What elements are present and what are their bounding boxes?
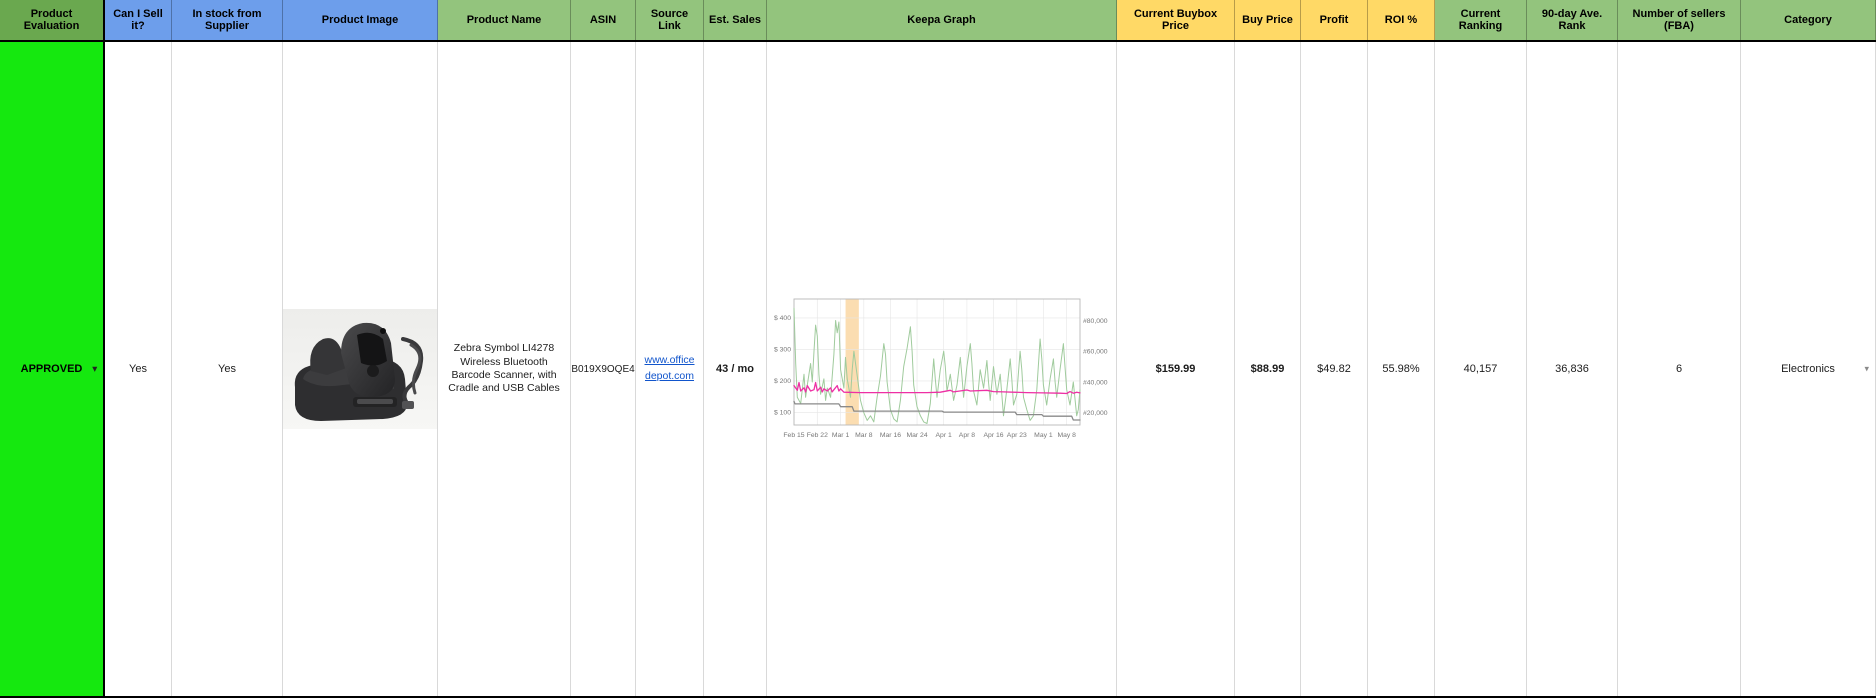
profit-value: $49.82 xyxy=(1317,363,1351,375)
svg-text:#40,000: #40,000 xyxy=(1083,379,1108,386)
column-header-current-ranking[interactable]: Current Ranking xyxy=(1435,0,1527,40)
svg-text:#80,000: #80,000 xyxy=(1083,318,1108,325)
svg-text:Mar 24: Mar 24 xyxy=(906,432,927,439)
keepa-chart: Feb 15 Feb 22 Mar 1 Mar 8 Mar 16 Mar 24 Apr 1 A… xyxy=(773,298,1108,439)
barcode-scanner-image xyxy=(283,309,437,429)
svg-text:Apr 16: Apr 16 xyxy=(983,432,1003,439)
svg-text:#60,000: #60,000 xyxy=(1083,349,1108,356)
svg-text:Mar 8: Mar 8 xyxy=(855,432,873,439)
column-header-90day-ave-rank[interactable]: 90-day Ave. Rank xyxy=(1527,0,1618,40)
buy-price-cell[interactable]: $88.99 xyxy=(1235,42,1301,696)
keepa-graph: Feb 15 Feb 22 Mar 1 Mar 8 Mar 16 Mar 24 Apr 1 A… xyxy=(768,294,1116,444)
product-evaluation-cell[interactable]: APPROVED ▾ xyxy=(0,42,105,696)
current-buybox-price-cell[interactable]: $159.99 xyxy=(1117,42,1235,696)
in-stock-value: Yes xyxy=(218,363,236,375)
keepa-graph-cell[interactable]: Feb 15 Feb 22 Mar 1 Mar 8 Mar 16 Mar 24 Apr 1 A… xyxy=(767,42,1117,696)
can-i-sell-cell[interactable]: Yes xyxy=(105,42,172,696)
svg-text:Feb 15: Feb 15 xyxy=(783,432,804,439)
column-header-number-of-sellers-fba[interactable]: Number of sellers (FBA) xyxy=(1618,0,1741,40)
column-header-product-image[interactable]: Product Image xyxy=(283,0,438,40)
svg-text:May 1: May 1 xyxy=(1034,432,1053,439)
in-stock-cell[interactable]: Yes xyxy=(172,42,283,696)
svg-text:Mar 16: Mar 16 xyxy=(879,432,900,439)
product-name-cell[interactable]: Zebra Symbol LI4278 Wireless Bluetooth B… xyxy=(438,42,571,696)
product-image-cell[interactable] xyxy=(283,42,438,696)
svg-text:$ 300: $ 300 xyxy=(773,347,790,354)
column-header-source-link[interactable]: Source Link xyxy=(636,0,704,40)
svg-text:#20,000: #20,000 xyxy=(1083,410,1108,417)
chevron-down-icon[interactable]: ▾ xyxy=(92,364,97,374)
current-ranking-value: 40,157 xyxy=(1463,363,1498,375)
svg-text:Mar 1: Mar 1 xyxy=(831,432,849,439)
svg-text:$ 200: $ 200 xyxy=(773,378,790,385)
svg-text:Apr 8: Apr 8 xyxy=(958,432,974,439)
number-of-sellers-value: 6 xyxy=(1675,363,1683,375)
est-sales-value: 43 / mo xyxy=(716,363,754,375)
asin-cell[interactable]: B019X9OQE4 xyxy=(571,42,636,696)
can-i-sell-value: Yes xyxy=(129,363,147,375)
svg-text:Feb 22: Feb 22 xyxy=(806,432,827,439)
svg-text:$ 100: $ 100 xyxy=(773,410,790,417)
profit-cell[interactable]: $49.82 xyxy=(1301,42,1368,696)
svg-text:May 8: May 8 xyxy=(1057,432,1076,439)
current-ranking-cell[interactable]: 40,157 xyxy=(1435,42,1527,696)
product-image xyxy=(283,309,437,429)
header-row: Product Evaluation Can I Sell it? In sto… xyxy=(0,0,1876,42)
column-header-roi-percent[interactable]: ROI % xyxy=(1368,0,1435,40)
number-of-sellers-cell[interactable]: 6 xyxy=(1618,42,1741,696)
column-header-current-buybox-price[interactable]: Current Buybox Price xyxy=(1117,0,1235,40)
column-header-asin[interactable]: ASIN xyxy=(571,0,636,40)
column-header-est-sales[interactable]: Est. Sales xyxy=(704,0,767,40)
column-header-category[interactable]: Category xyxy=(1741,0,1876,40)
svg-text:Apr 23: Apr 23 xyxy=(1006,432,1026,439)
current-buybox-price-value: $159.99 xyxy=(1155,363,1196,375)
table-row: APPROVED ▾ Yes Yes Zebra Symbol LI4278 W… xyxy=(0,42,1876,698)
category-cell[interactable]: Electronics ▾ xyxy=(1741,42,1876,696)
est-sales-cell[interactable]: 43 / mo xyxy=(704,42,767,696)
product-name-value: Zebra Symbol LI4278 Wireless Bluetooth B… xyxy=(448,342,560,395)
svg-text:$ 400: $ 400 xyxy=(773,315,790,322)
source-link[interactable]: www.officedepot.com xyxy=(636,353,703,385)
column-header-product-evaluation[interactable]: Product Evaluation xyxy=(0,0,105,40)
spreadsheet: Product Evaluation Can I Sell it? In sto… xyxy=(0,0,1876,698)
90day-ave-rank-cell[interactable]: 36,836 xyxy=(1527,42,1618,696)
svg-text:Apr 1: Apr 1 xyxy=(935,432,951,439)
column-header-can-i-sell-it[interactable]: Can I Sell it? xyxy=(105,0,172,40)
column-header-profit[interactable]: Profit xyxy=(1301,0,1368,40)
chevron-down-icon[interactable]: ▾ xyxy=(1864,364,1869,374)
column-header-keepa-graph[interactable]: Keepa Graph xyxy=(767,0,1117,40)
90day-ave-rank-value: 36,836 xyxy=(1555,363,1589,375)
buy-price-value: $88.99 xyxy=(1250,363,1285,375)
product-evaluation-value: APPROVED xyxy=(20,363,83,375)
column-header-buy-price[interactable]: Buy Price xyxy=(1235,0,1301,40)
roi-cell[interactable]: 55.98% xyxy=(1368,42,1435,696)
roi-value: 55.98% xyxy=(1382,363,1420,375)
column-header-in-stock-from-supplier[interactable]: In stock from Supplier xyxy=(172,0,283,40)
asin-value: B019X9OQE4 xyxy=(571,363,635,375)
source-link-cell[interactable]: www.officedepot.com xyxy=(636,42,704,696)
column-header-product-name[interactable]: Product Name xyxy=(438,0,571,40)
category-value: Electronics xyxy=(1781,363,1835,375)
